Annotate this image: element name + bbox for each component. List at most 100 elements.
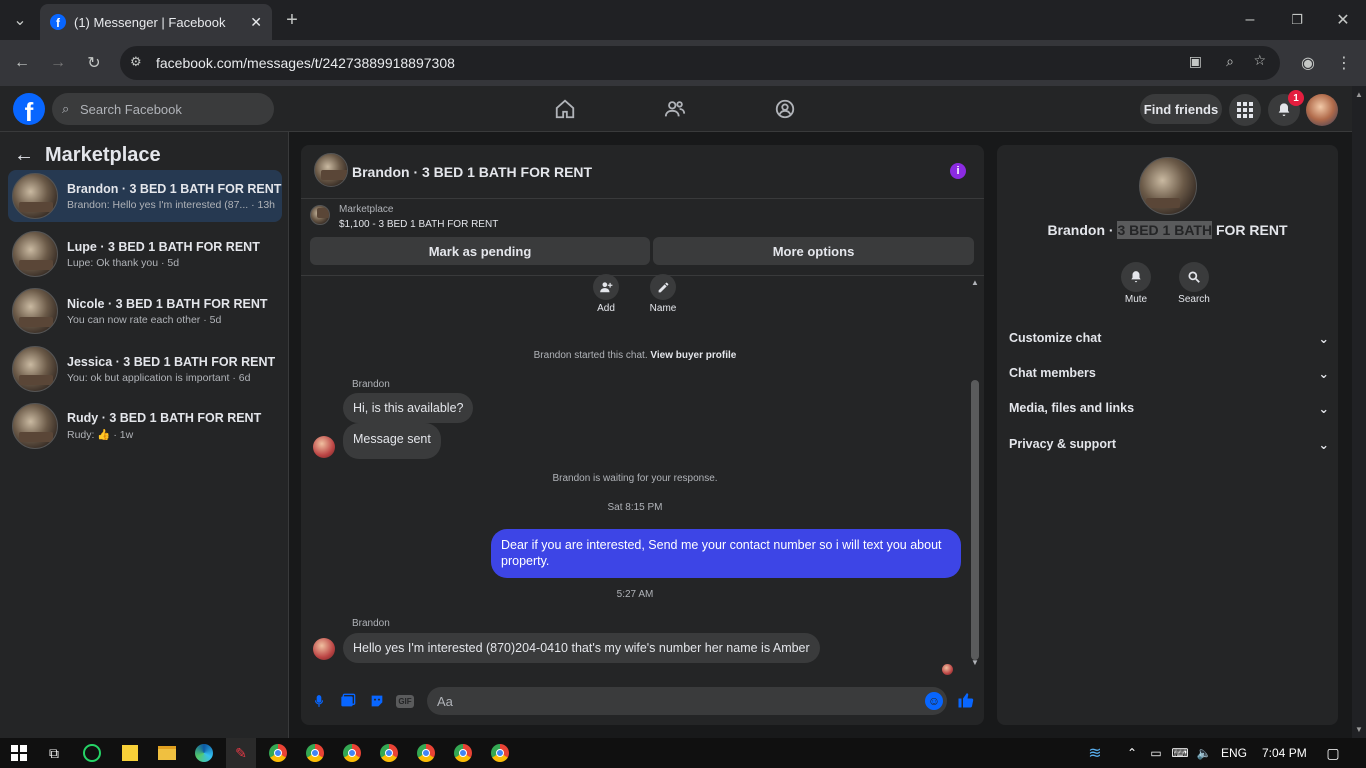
scroll-up-arrow-icon[interactable]: ▲ bbox=[971, 278, 979, 287]
scroll-down-arrow-icon[interactable]: ▼ bbox=[971, 658, 979, 667]
forward-icon[interactable]: → bbox=[44, 49, 72, 77]
listing-avatar bbox=[12, 173, 58, 219]
facebook-favicon-icon: f bbox=[50, 14, 66, 30]
chrome-menu-icon[interactable]: ⋮ bbox=[1330, 49, 1358, 77]
friends-icon[interactable] bbox=[660, 94, 690, 124]
home-icon[interactable] bbox=[550, 94, 580, 124]
active-app-icon[interactable]: ✎ bbox=[226, 738, 256, 768]
privacy-support-row[interactable]: Privacy & support ⌄ bbox=[1009, 432, 1329, 456]
media-files-links-row[interactable]: Media, files and links ⌄ bbox=[1009, 396, 1329, 420]
page-scrollbar[interactable]: ▲ ▼ bbox=[1352, 86, 1366, 738]
back-icon[interactable]: ← bbox=[8, 49, 36, 77]
find-friends-button[interactable]: Find friends bbox=[1140, 94, 1222, 124]
chat-members-row[interactable]: Chat members ⌄ bbox=[1009, 361, 1329, 385]
site-info-icon[interactable]: ⚙ bbox=[130, 54, 142, 70]
chat-avatar[interactable] bbox=[314, 153, 348, 187]
chrome-taskbar-icon-1[interactable] bbox=[268, 743, 288, 763]
chrome-taskbar-icon-4[interactable] bbox=[379, 743, 399, 763]
show-hidden-icons-icon[interactable]: ⌃ bbox=[1122, 743, 1142, 763]
notifications-bell-icon[interactable]: 1 bbox=[1268, 90, 1304, 126]
sticker-icon[interactable] bbox=[367, 691, 387, 711]
mark-pending-button[interactable]: Mark as pending bbox=[310, 237, 650, 265]
view-buyer-profile-link[interactable]: View buyer profile bbox=[650, 350, 736, 361]
gif-icon[interactable]: GIF bbox=[395, 691, 415, 711]
close-window-icon[interactable]: ✕ bbox=[1329, 6, 1357, 34]
listing-avatar bbox=[12, 403, 58, 449]
edit-name-icon[interactable] bbox=[650, 274, 676, 300]
listing-price-title[interactable]: $1,100 - 3 BED 1 BATH FOR RENT bbox=[339, 219, 498, 230]
language-indicator[interactable]: ENG bbox=[1221, 746, 1247, 760]
zoom-icon[interactable]: ⌕ bbox=[1226, 53, 1234, 70]
incoming-message[interactable]: Message sent bbox=[343, 423, 441, 459]
message-scrollbar[interactable]: ▲ ▼ bbox=[971, 278, 979, 668]
account-avatar[interactable] bbox=[1306, 94, 1338, 126]
tab-title: (1) Messenger | Facebook bbox=[74, 14, 226, 30]
minimize-icon[interactable]: – bbox=[1236, 6, 1264, 34]
more-options-button[interactable]: More options bbox=[653, 237, 974, 265]
conversation-preview: Brandon: Hello yes I'm interested (87...… bbox=[67, 198, 276, 211]
address-bar[interactable]: ⚙ facebook.com/messages/t/24273889918897… bbox=[120, 46, 1280, 80]
chrome-taskbar-icon-7[interactable] bbox=[490, 743, 510, 763]
mute-button[interactable] bbox=[1121, 262, 1151, 292]
install-app-icon[interactable]: ▣ bbox=[1189, 53, 1202, 70]
browser-tab[interactable]: f (1) Messenger | Facebook ✕ bbox=[40, 4, 272, 40]
chrome-taskbar-icon-3[interactable] bbox=[342, 743, 362, 763]
reload-icon[interactable]: ↻ bbox=[80, 49, 108, 77]
photo-icon[interactable] bbox=[338, 691, 358, 711]
file-explorer-icon[interactable] bbox=[157, 743, 177, 763]
menu-grid-icon[interactable] bbox=[1229, 94, 1261, 126]
whatsapp-icon[interactable] bbox=[82, 743, 102, 763]
conversation-item[interactable]: Brandon · 3 BED 1 BATH FOR RENT Brandon:… bbox=[8, 170, 282, 222]
conversation-item[interactable]: Nicole · 3 BED 1 BATH FOR RENT You can n… bbox=[8, 285, 282, 337]
listing-thumbnail[interactable] bbox=[310, 205, 330, 225]
meet-now-icon[interactable]: ▭ bbox=[1146, 743, 1166, 763]
facebook-search-input[interactable]: ⌕ Search Facebook bbox=[52, 93, 274, 125]
notification-badge: 1 bbox=[1288, 90, 1304, 106]
bookmark-star-icon[interactable]: ☆ bbox=[1253, 52, 1266, 69]
groups-icon[interactable] bbox=[770, 94, 800, 124]
page-scroll-down-icon[interactable]: ▼ bbox=[1352, 725, 1366, 734]
notification-center-icon[interactable]: ▢ bbox=[1323, 743, 1343, 763]
info-icon[interactable]: i bbox=[950, 163, 966, 179]
edge-icon[interactable] bbox=[194, 743, 214, 763]
windows-start-icon[interactable] bbox=[9, 743, 29, 763]
close-tab-icon[interactable]: ✕ bbox=[250, 14, 262, 31]
microphone-icon[interactable] bbox=[309, 691, 329, 711]
scroll-thumb[interactable] bbox=[971, 380, 979, 660]
chat-title[interactable]: Brandon · 3 BED 1 BATH FOR RENT bbox=[352, 164, 592, 180]
conversation-item[interactable]: Rudy · 3 BED 1 BATH FOR RENT Rudy: 👍 · 1… bbox=[8, 400, 282, 452]
chrome-taskbar-icon-2[interactable] bbox=[305, 743, 325, 763]
volume-icon[interactable]: 🔈 bbox=[1194, 743, 1214, 763]
back-arrow-icon[interactable]: ← bbox=[14, 144, 34, 167]
restore-icon[interactable]: ❐ bbox=[1283, 6, 1311, 34]
add-person-icon[interactable] bbox=[593, 274, 619, 300]
search-conversation-button[interactable] bbox=[1179, 262, 1209, 292]
sticky-notes-icon[interactable] bbox=[120, 743, 140, 763]
tab-search-icon[interactable]: ⌄ bbox=[6, 6, 34, 34]
info-title-highlight: 3 BED 1 BATH bbox=[1117, 221, 1213, 239]
incoming-message[interactable]: Hi, is this available? bbox=[343, 393, 474, 423]
emoji-icon[interactable]: ☺ bbox=[925, 692, 943, 710]
conversation-item[interactable]: Lupe · 3 BED 1 BATH FOR RENT Lupe: Ok th… bbox=[8, 228, 282, 280]
new-tab-icon[interactable]: + bbox=[278, 6, 306, 34]
page-scroll-up-icon[interactable]: ▲ bbox=[1352, 90, 1366, 99]
customize-chat-row[interactable]: Customize chat ⌄ bbox=[1009, 326, 1329, 350]
like-thumbs-up-icon[interactable] bbox=[955, 689, 977, 711]
conversation-item[interactable]: Jessica · 3 BED 1 BATH FOR RENT You: ok … bbox=[8, 343, 282, 395]
sender-avatar[interactable] bbox=[313, 436, 335, 458]
chrome-taskbar-icon-6[interactable] bbox=[453, 743, 473, 763]
chat-panel: Brandon · 3 BED 1 BATH FOR RENT i Market… bbox=[301, 145, 984, 725]
task-view-icon[interactable]: ⧉ bbox=[44, 743, 64, 763]
chrome-taskbar-icon-5[interactable] bbox=[416, 743, 436, 763]
message-input[interactable]: Aa ☺ bbox=[427, 687, 947, 715]
sender-avatar[interactable] bbox=[313, 638, 335, 660]
incoming-message[interactable]: Hello yes I'm interested (870)204-0410 t… bbox=[343, 633, 820, 663]
network-icon[interactable]: ⌨ bbox=[1170, 743, 1190, 763]
clock[interactable]: 7:04 PM bbox=[1262, 746, 1307, 760]
timestamp: 5:27 AM bbox=[616, 589, 654, 600]
profile-icon[interactable]: ◉ bbox=[1294, 49, 1322, 77]
weather-app-icon[interactable]: ≋ bbox=[1084, 743, 1106, 763]
outgoing-message[interactable]: Dear if you are interested, Send me your… bbox=[491, 529, 961, 578]
facebook-logo-icon[interactable]: f bbox=[13, 93, 45, 125]
info-avatar[interactable] bbox=[1139, 157, 1197, 215]
